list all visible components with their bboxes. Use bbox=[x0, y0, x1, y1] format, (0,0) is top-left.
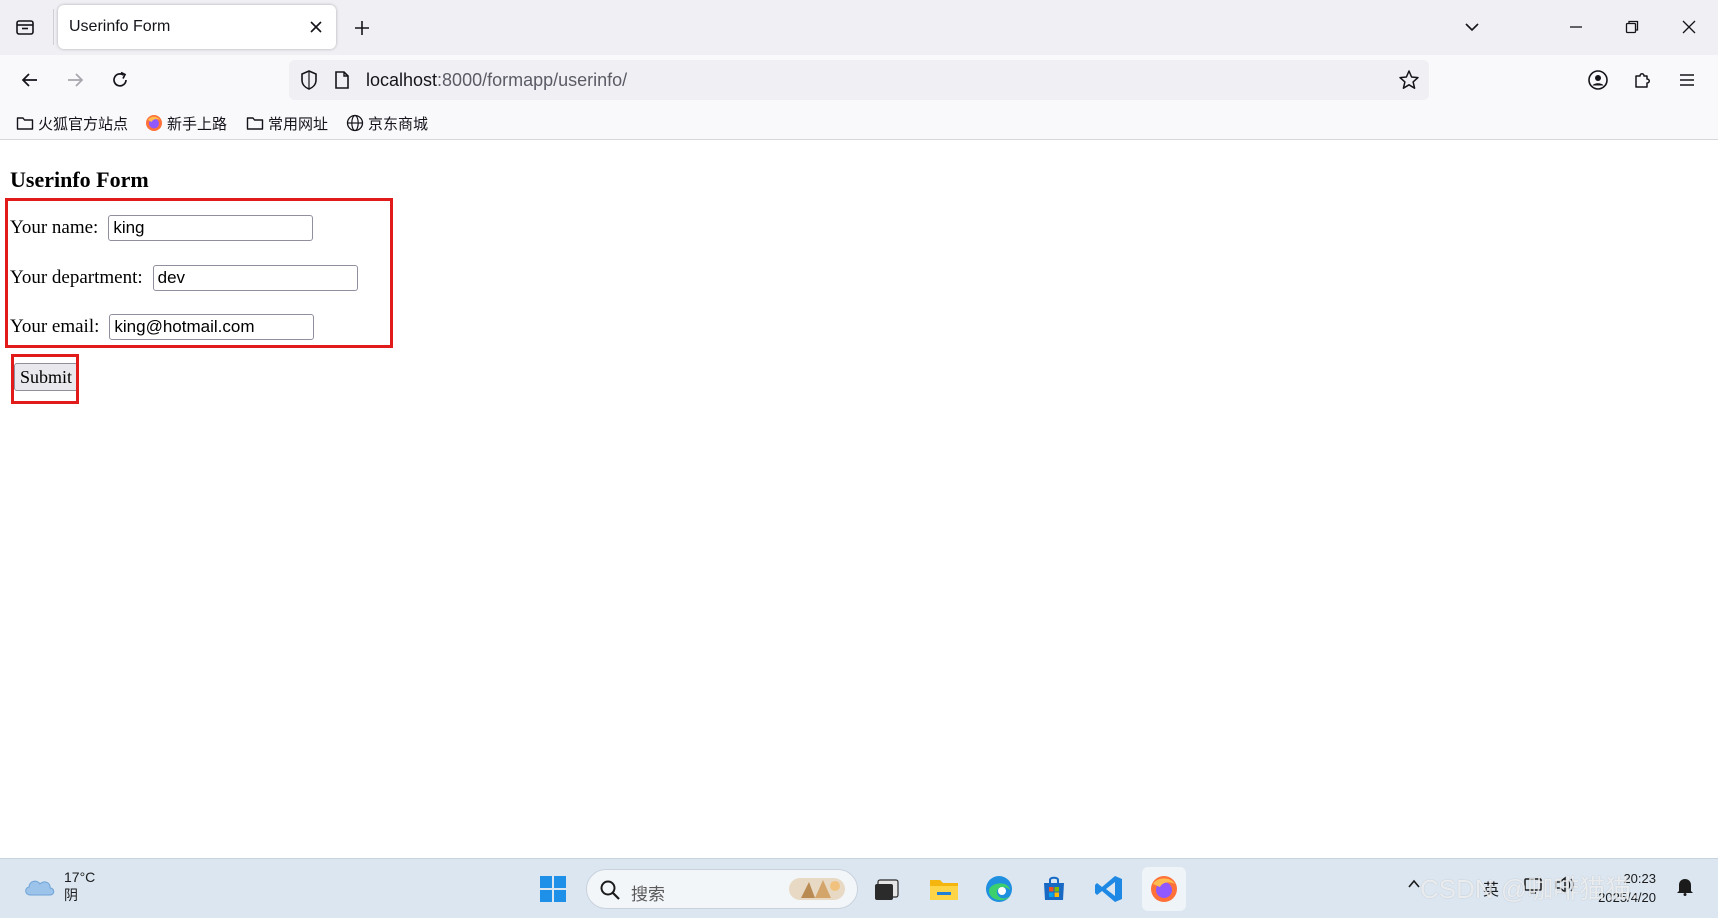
file-explorer-button[interactable] bbox=[922, 867, 966, 911]
task-view-button[interactable] bbox=[865, 867, 909, 911]
navigation-toolbar: localhost:8000/formapp/userinfo/ bbox=[0, 55, 1718, 105]
name-label: Your name: bbox=[10, 217, 99, 238]
name-input[interactable] bbox=[108, 215, 314, 241]
cloud-icon bbox=[25, 880, 55, 896]
minimize-icon bbox=[1570, 26, 1582, 28]
vscode-icon bbox=[1095, 876, 1122, 902]
close-icon bbox=[310, 21, 322, 33]
reload-button[interactable] bbox=[103, 63, 137, 97]
microsoft-store-button[interactable] bbox=[1032, 867, 1076, 911]
folder-icon bbox=[930, 880, 958, 900]
minimize-button[interactable] bbox=[1558, 10, 1594, 44]
firefox-taskbar-button[interactable] bbox=[1142, 867, 1186, 911]
account-button[interactable] bbox=[1581, 63, 1615, 97]
firefox-icon bbox=[1151, 876, 1177, 902]
bookmark-label: 京东商城 bbox=[368, 115, 429, 133]
account-icon bbox=[1588, 70, 1608, 90]
tracking-protection-shield-icon[interactable] bbox=[299, 69, 319, 96]
store-icon bbox=[1044, 876, 1064, 900]
puzzle-icon bbox=[1635, 73, 1650, 88]
bookmark-item[interactable]: 京东商城 bbox=[346, 111, 428, 135]
hamburger-menu-icon bbox=[1680, 74, 1694, 86]
taskbar-search-box[interactable]: 搜索 bbox=[586, 869, 858, 909]
url-bar[interactable]: localhost:8000/formapp/userinfo/ bbox=[289, 60, 1429, 100]
bookmark-star-button[interactable] bbox=[1397, 68, 1421, 92]
edge-icon bbox=[986, 876, 1012, 902]
csdn-watermark: CSDN @咖啡猫猫. bbox=[1420, 874, 1639, 904]
bookmarks-toolbar: 火狐官方站点 新手上路 常用网址 京东商城 bbox=[0, 105, 1718, 140]
back-button[interactable] bbox=[13, 63, 47, 97]
page-title: Userinfo Form bbox=[10, 167, 149, 192]
weather-condition: 阴 bbox=[64, 887, 78, 903]
name-field-row: Your name: bbox=[10, 214, 314, 242]
restore-button[interactable] bbox=[1614, 10, 1650, 44]
folder-icon bbox=[246, 117, 264, 130]
email-input[interactable] bbox=[109, 314, 315, 340]
bookmark-label: 常用网址 bbox=[268, 115, 329, 133]
notification-bell-icon[interactable] bbox=[1676, 876, 1694, 901]
edge-browser-button[interactable] bbox=[977, 867, 1021, 911]
folder-icon bbox=[16, 117, 34, 130]
back-arrow-icon bbox=[21, 73, 37, 87]
windows-logo-icon bbox=[540, 876, 566, 902]
plus-icon bbox=[355, 21, 369, 35]
close-icon bbox=[1682, 20, 1696, 34]
bookmark-item[interactable]: 常用网址 bbox=[246, 111, 328, 135]
bookmark-label: 新手上路 bbox=[167, 115, 228, 133]
weather-temp: 17°C bbox=[64, 869, 96, 885]
bookmark-item[interactable]: 火狐官方站点 bbox=[16, 111, 128, 135]
weather-widget[interactable]: 17°C 阴 bbox=[22, 868, 95, 904]
extensions-button[interactable] bbox=[1626, 63, 1660, 97]
tab-separator bbox=[53, 9, 54, 45]
new-tab-button[interactable] bbox=[347, 13, 377, 43]
vscode-button[interactable] bbox=[1087, 867, 1131, 911]
reload-icon bbox=[113, 71, 127, 87]
tab-close-button[interactable] bbox=[302, 13, 330, 41]
chevron-down-icon bbox=[1465, 23, 1479, 32]
list-all-tabs-button[interactable] bbox=[1454, 10, 1490, 44]
bookmark-label: 火狐官方站点 bbox=[38, 115, 129, 133]
firefox-icon bbox=[146, 115, 162, 131]
email-label: Your email: bbox=[10, 316, 100, 337]
star-icon bbox=[1399, 70, 1419, 89]
menu-button[interactable] bbox=[1670, 63, 1704, 97]
page-content: Userinfo Form Your name: Your department… bbox=[0, 141, 1718, 858]
department-input[interactable] bbox=[152, 265, 358, 291]
email-field-row: Your email: bbox=[10, 313, 315, 341]
url-path: :8000/formapp/userinfo/ bbox=[437, 70, 628, 90]
restore-icon bbox=[1625, 20, 1639, 34]
task-view-icon bbox=[875, 879, 899, 900]
tab-strip: Userinfo Form bbox=[0, 0, 1718, 55]
department-field-row: Your department: bbox=[10, 264, 358, 292]
tab-title: Userinfo Form bbox=[69, 18, 171, 35]
start-button[interactable] bbox=[531, 867, 575, 911]
search-highlight-art-icon bbox=[789, 878, 845, 900]
forward-button[interactable] bbox=[58, 63, 92, 97]
url-text[interactable]: localhost:8000/formapp/userinfo/ bbox=[366, 70, 627, 91]
close-window-button[interactable] bbox=[1671, 10, 1707, 44]
submit-button[interactable]: Submit bbox=[14, 363, 79, 391]
search-placeholder: 搜索 bbox=[631, 885, 665, 904]
url-host: localhost bbox=[366, 70, 438, 90]
page-info-icon[interactable] bbox=[333, 70, 351, 95]
department-label: Your department: bbox=[10, 267, 143, 288]
bookmark-item[interactable]: 新手上路 bbox=[145, 111, 227, 135]
tab-userinfo-form[interactable]: Userinfo Form bbox=[58, 5, 336, 49]
tab-list-icon bbox=[16, 20, 34, 35]
firefox-view-button[interactable] bbox=[10, 12, 40, 42]
globe-icon bbox=[346, 114, 364, 132]
search-icon bbox=[600, 880, 620, 900]
windows-taskbar: 17°C 阴 搜索 英 20:23 2025/4/20 CSDN @咖啡猫猫. bbox=[0, 858, 1718, 918]
forward-arrow-icon bbox=[68, 73, 84, 87]
